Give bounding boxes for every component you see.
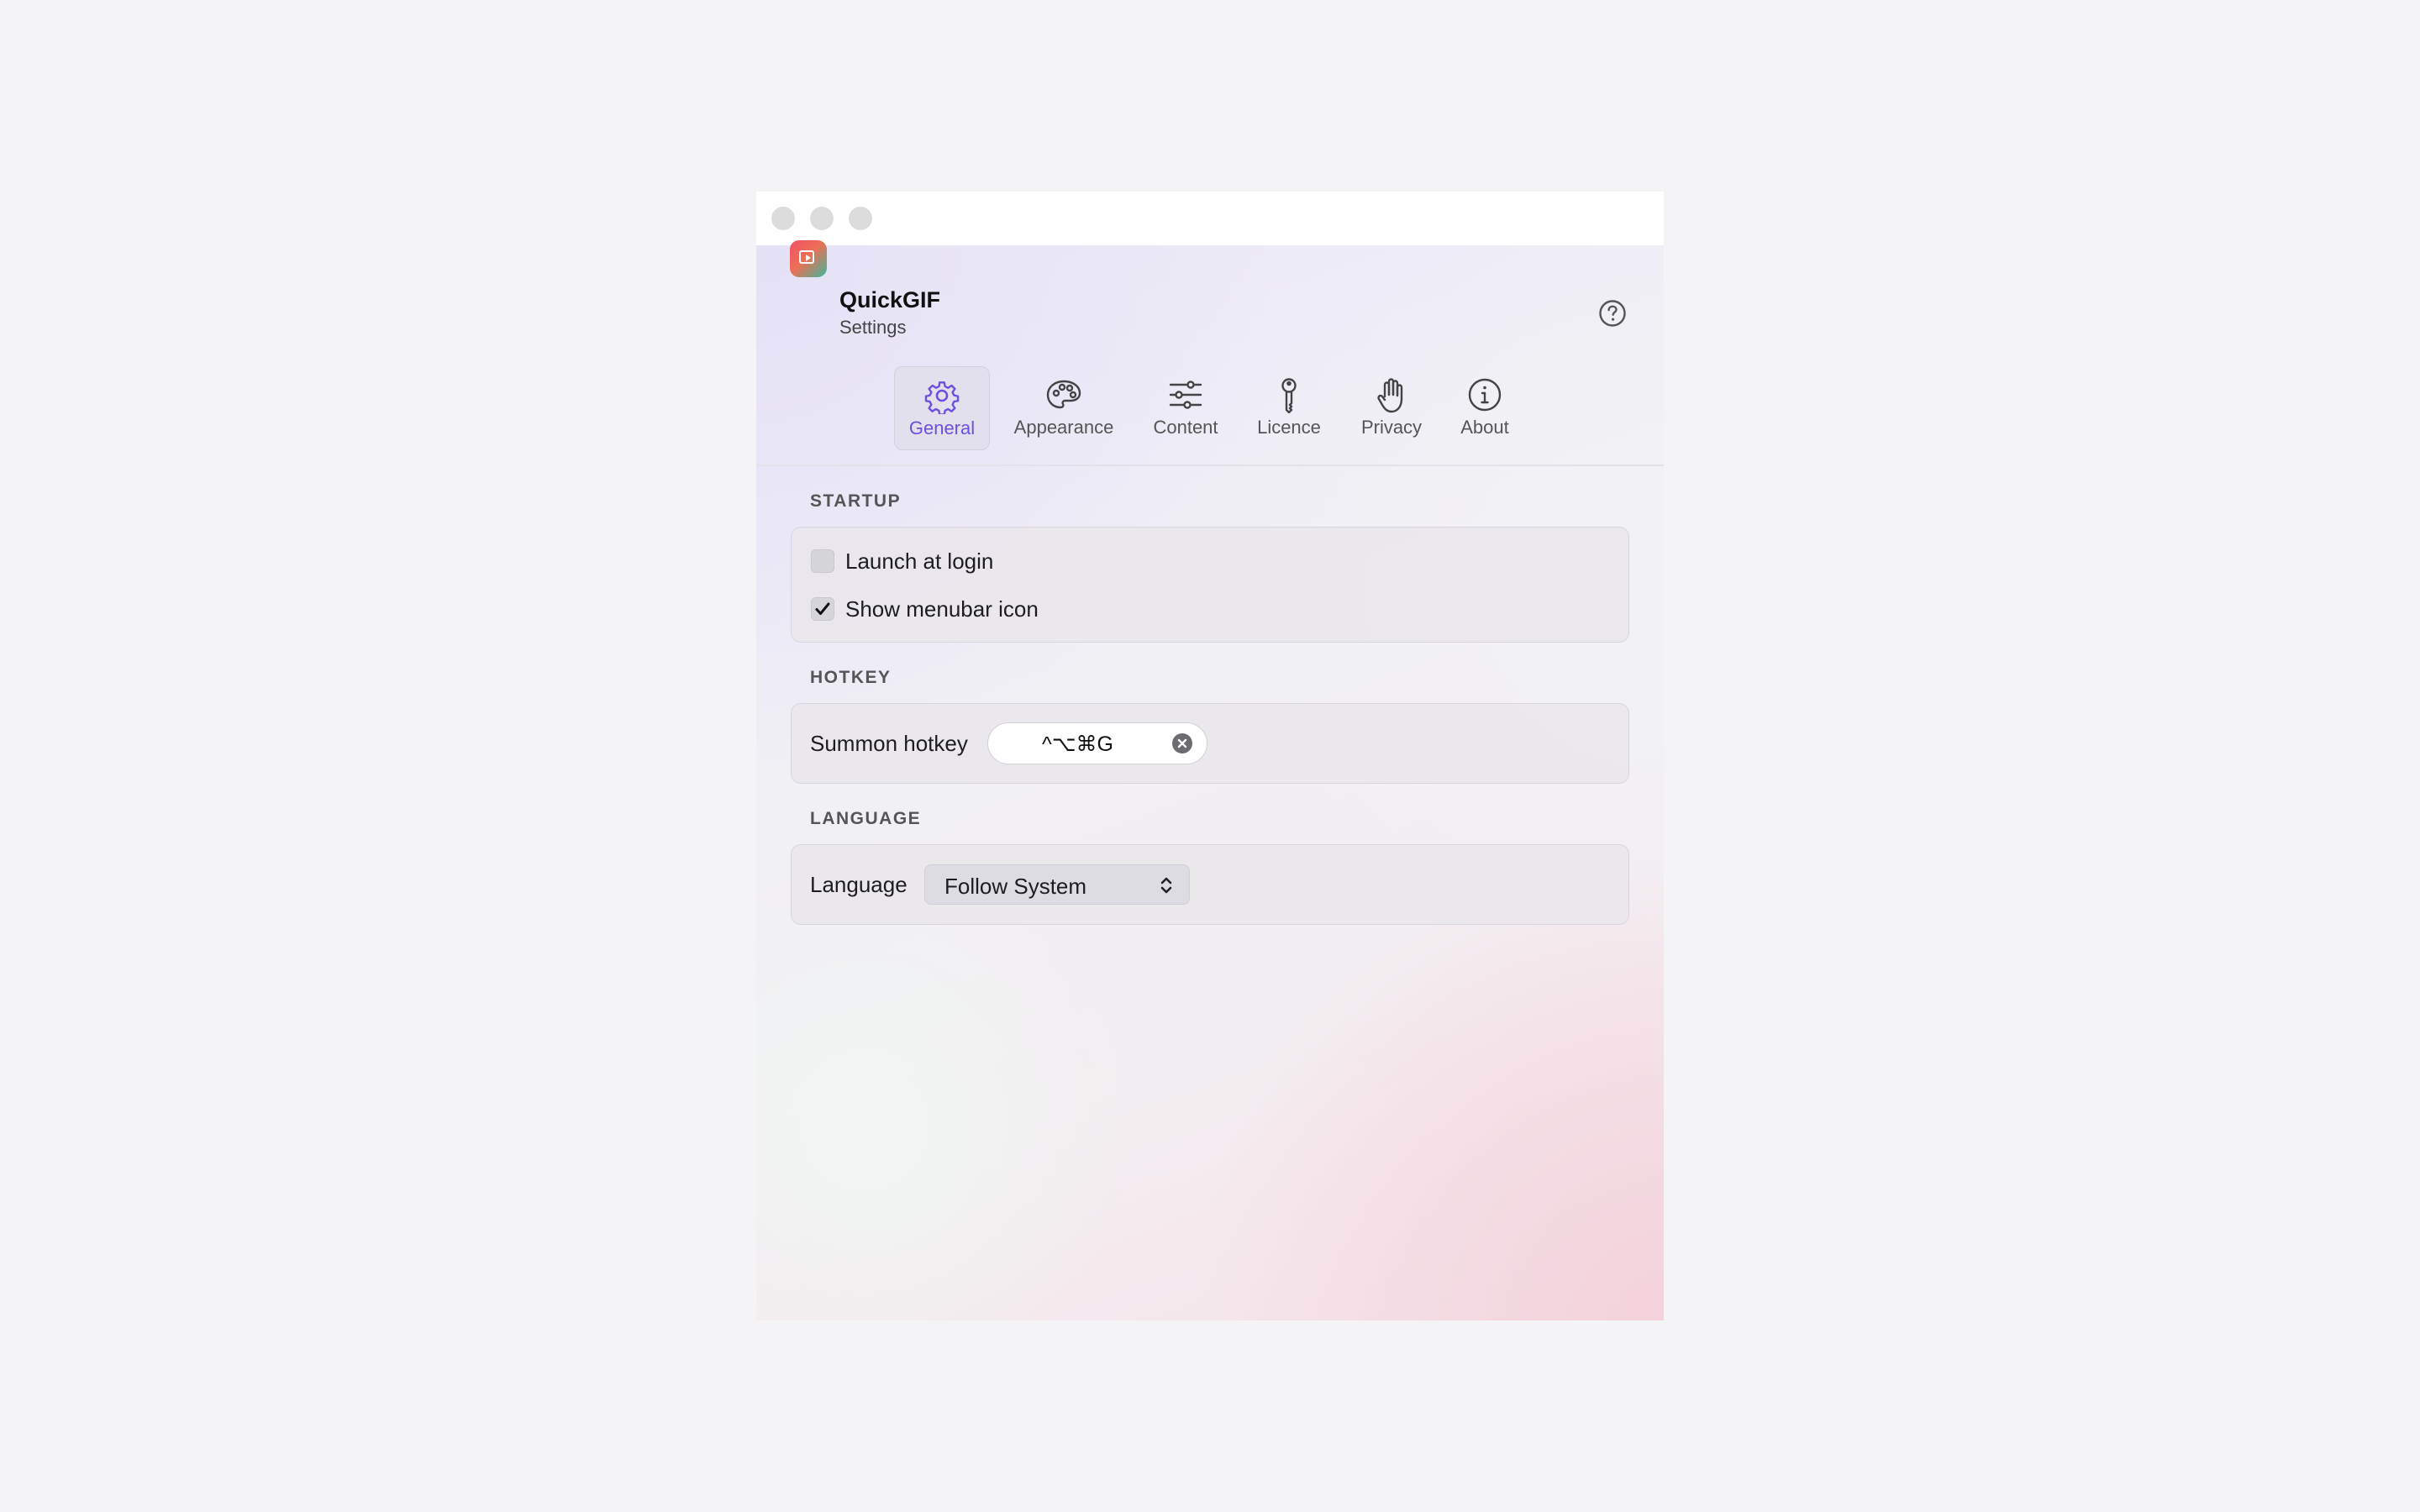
tab-about[interactable]: About xyxy=(1449,366,1521,450)
language-selected-value: Follow System xyxy=(944,874,1087,899)
language-select[interactable]: Follow System xyxy=(924,864,1190,905)
key-icon xyxy=(1281,378,1297,413)
show-menubar-icon-label: Show menubar icon xyxy=(845,596,1039,622)
tab-appearance-label: Appearance xyxy=(1013,417,1114,438)
tab-content[interactable]: Content xyxy=(1141,366,1230,450)
tab-content-label: Content xyxy=(1153,417,1218,438)
summon-hotkey-recorder[interactable]: ^⌥⌘G xyxy=(987,722,1207,764)
title-bar xyxy=(756,192,1664,245)
section-title-startup: STARTUP xyxy=(810,491,902,511)
tab-licence-label: Licence xyxy=(1257,417,1321,438)
close-window-button[interactable] xyxy=(771,207,795,230)
tab-general[interactable]: General xyxy=(894,366,990,450)
checkmark-icon xyxy=(815,602,830,615)
hotkey-value: ^⌥⌘G xyxy=(1042,732,1113,756)
tab-privacy[interactable]: Privacy xyxy=(1353,366,1430,450)
tab-appearance[interactable]: Appearance xyxy=(1007,366,1121,450)
gear-icon xyxy=(924,381,960,414)
palette-icon xyxy=(1046,380,1081,409)
chevron-up-down-icon xyxy=(1160,877,1172,894)
show-menubar-icon-checkbox[interactable] xyxy=(811,597,834,621)
hand-icon xyxy=(1377,378,1403,413)
app-logo-icon xyxy=(790,240,827,277)
startup-group xyxy=(791,527,1629,643)
tab-licence[interactable]: Licence xyxy=(1249,366,1329,450)
help-icon[interactable] xyxy=(1598,299,1627,328)
tab-about-label: About xyxy=(1460,417,1509,438)
tab-general-label: General xyxy=(908,417,976,438)
toolbar-divider xyxy=(756,465,1664,466)
tab-privacy-label: Privacy xyxy=(1360,417,1423,438)
app-subtitle: Settings xyxy=(839,317,907,338)
sliders-icon xyxy=(1169,381,1202,409)
launch-at-login-label: Launch at login xyxy=(845,549,994,574)
section-title-language: LANGUAGE xyxy=(810,809,922,828)
language-group xyxy=(791,844,1629,925)
launch-at-login-checkbox[interactable] xyxy=(811,549,834,573)
info-icon xyxy=(1468,378,1502,412)
section-title-hotkey: HOTKEY xyxy=(810,668,892,687)
minimize-window-button[interactable] xyxy=(810,207,834,230)
zoom-window-button[interactable] xyxy=(849,207,872,230)
summon-hotkey-label: Summon hotkey xyxy=(810,731,968,756)
clear-hotkey-icon[interactable] xyxy=(1171,732,1193,754)
app-name: QuickGIF xyxy=(839,287,941,312)
language-label: Language xyxy=(810,872,908,897)
